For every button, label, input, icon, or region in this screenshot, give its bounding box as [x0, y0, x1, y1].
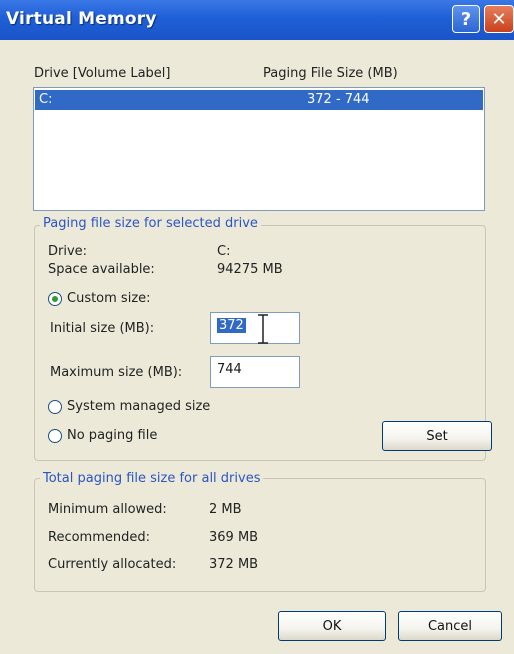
drive-list[interactable]: C: 372 - 744 — [33, 87, 485, 211]
text-cursor-icon — [258, 314, 268, 344]
drive-label: Drive: — [48, 244, 88, 259]
minimum-allowed-label: Minimum allowed: — [48, 502, 167, 517]
close-icon: ✕ — [491, 8, 507, 30]
drive-value: C: — [217, 244, 231, 259]
minimum-allowed-value: 2 MB — [209, 502, 242, 517]
custom-size-radio[interactable] — [48, 292, 62, 306]
system-managed-radio[interactable] — [48, 400, 62, 414]
initial-size-label: Initial size (MB): — [50, 321, 155, 336]
title-bar[interactable]: Virtual Memory ? ✕ — [0, 0, 514, 40]
help-icon: ? — [460, 8, 472, 30]
total-paging-group-title: Total paging file size for all drives — [40, 471, 264, 486]
set-button[interactable]: Set — [382, 421, 492, 451]
space-available-value: 94275 MB — [217, 262, 283, 277]
selected-drive-group-title: Paging file size for selected drive — [40, 216, 261, 231]
row-paging-size: 372 - 744 — [307, 92, 370, 107]
no-paging-file-label[interactable]: No paging file — [67, 428, 157, 443]
maximum-size-input[interactable]: 744 — [210, 356, 300, 388]
space-available-label: Space available: — [48, 262, 155, 277]
cancel-button-label: Cancel — [427, 618, 473, 634]
paging-size-column-header: Paging File Size (MB) — [263, 66, 398, 81]
row-drive: C: — [39, 92, 53, 107]
radio-selected-dot — [52, 296, 58, 302]
maximum-size-value: 744 — [217, 362, 242, 377]
system-managed-label[interactable]: System managed size — [67, 399, 210, 414]
drive-column-header: Drive [Volume Label] — [34, 66, 171, 81]
set-button-label: Set — [426, 428, 448, 444]
virtual-memory-dialog: Virtual Memory ? ✕ Drive [Volume Label] … — [0, 0, 514, 654]
custom-size-label[interactable]: Custom size: — [67, 291, 151, 306]
ok-button[interactable]: OK — [278, 611, 386, 641]
initial-size-value: 372 — [217, 318, 246, 333]
window-title: Virtual Memory — [6, 9, 157, 29]
no-paging-file-radio[interactable] — [48, 429, 62, 443]
currently-allocated-value: 372 MB — [209, 557, 259, 572]
recommended-label: Recommended: — [48, 530, 150, 545]
drive-row-c[interactable]: C: 372 - 744 — [35, 90, 483, 110]
maximum-size-label: Maximum size (MB): — [50, 365, 183, 380]
cancel-button[interactable]: Cancel — [398, 611, 502, 641]
currently-allocated-label: Currently allocated: — [48, 557, 177, 572]
ok-button-label: OK — [322, 618, 342, 634]
close-button[interactable]: ✕ — [484, 5, 514, 33]
help-button[interactable]: ? — [452, 5, 480, 33]
recommended-value: 369 MB — [209, 530, 259, 545]
